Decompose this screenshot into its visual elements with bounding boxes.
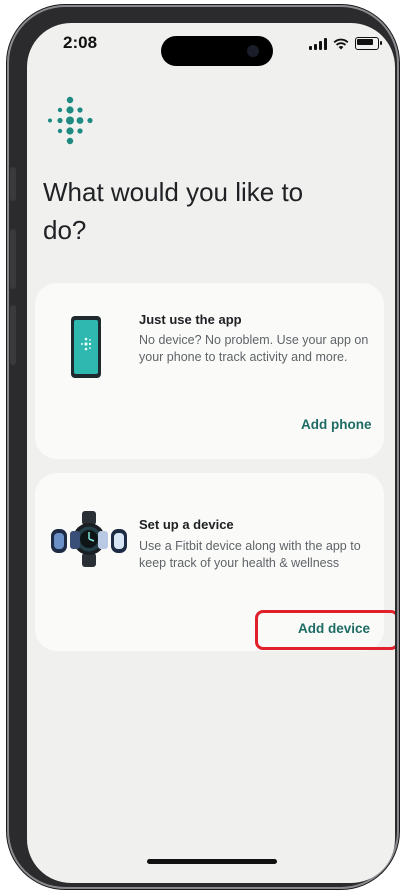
status-bar: 2:08 [27,23,395,67]
wifi-icon [333,38,349,49]
option-card-use-app[interactable]: Just use the app No device? No problem. … [35,283,384,459]
add-phone-button[interactable]: Add phone [301,417,372,432]
status-icons [309,37,382,50]
page-title: What would you like to do? [43,177,304,245]
option-description: Use a Fitbit device along with the app t… [139,539,361,570]
home-indicator[interactable] [147,859,277,864]
volume-down-button [10,305,16,365]
app-screen: 2:08 What would you like to do? Just use… [27,23,395,883]
volume-up-button [10,229,16,289]
status-time: 2:08 [63,33,98,52]
battery-icon [355,37,382,50]
fitbit-logo-icon [48,96,93,145]
dynamic-island [161,36,273,66]
option-title: Just use the app [139,312,242,327]
action-button [10,167,16,201]
add-device-highlight [255,610,395,650]
phone-illustration-icon [71,316,101,378]
option-description: No device? No problem. Use your app on y… [139,333,369,364]
phone-frame: 2:08 What would you like to do? Just use… [7,5,399,889]
fitbit-devices-illustration-icon [51,511,127,567]
cellular-signal-icon [309,37,327,50]
option-title: Set up a device [139,517,234,532]
